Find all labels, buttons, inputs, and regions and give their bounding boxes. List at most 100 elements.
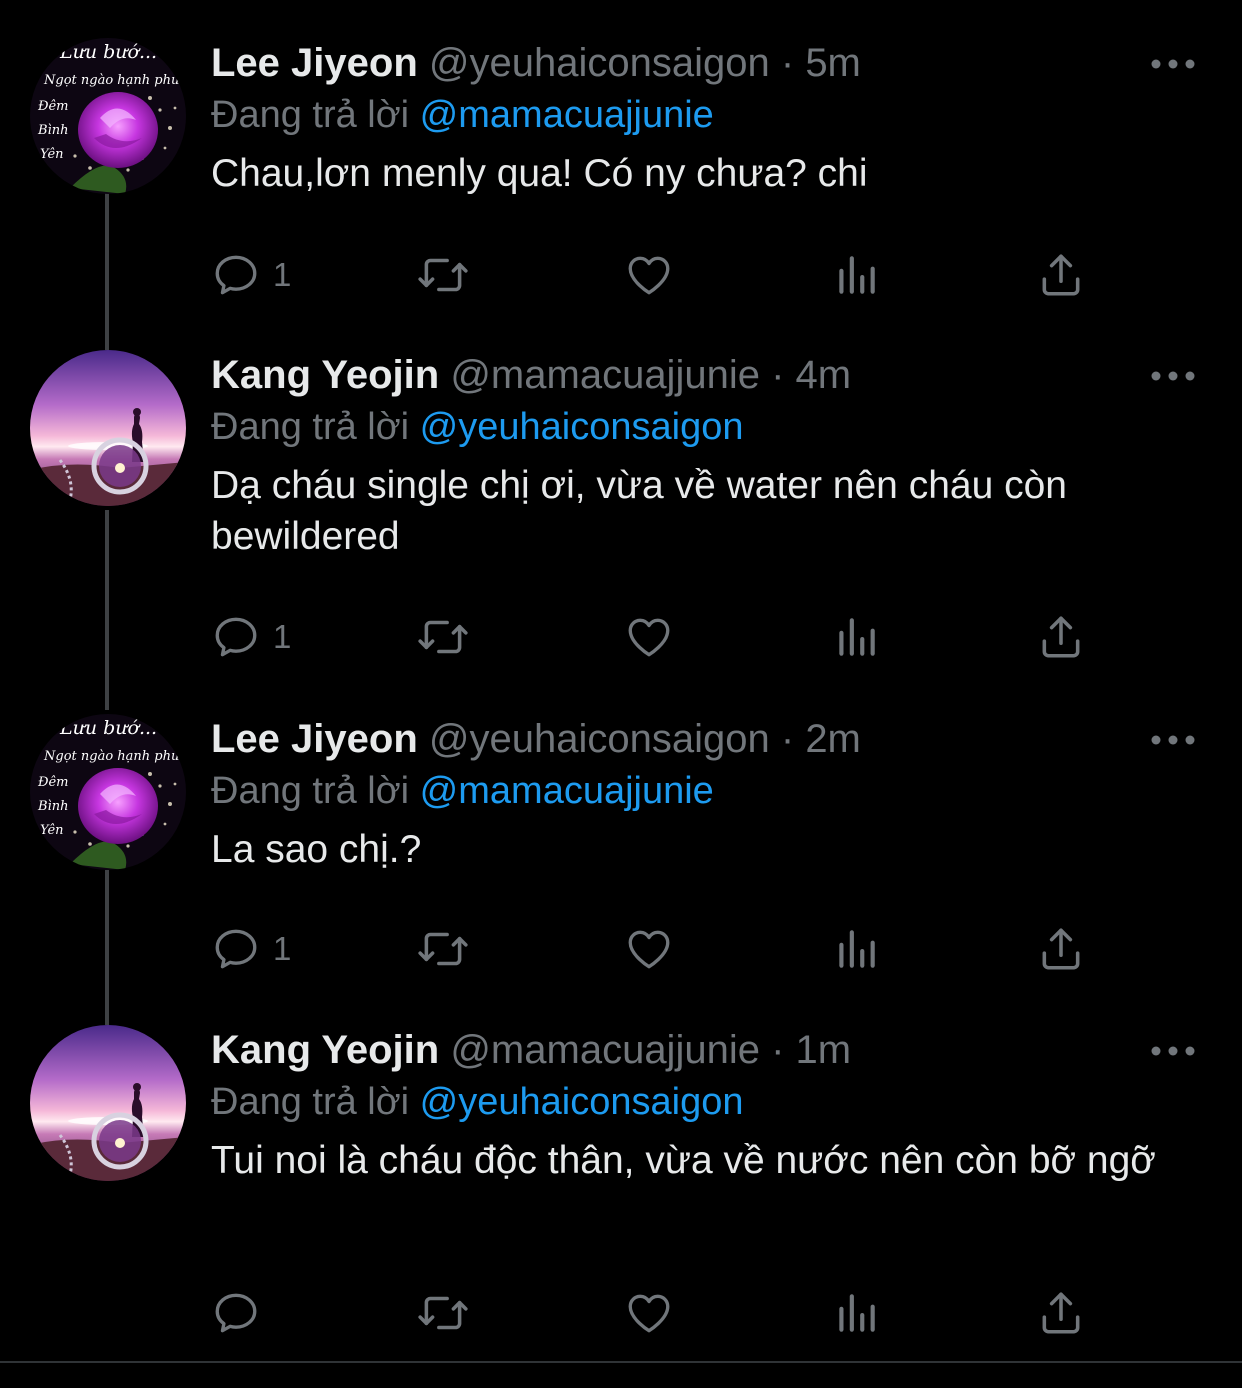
like-button[interactable] xyxy=(624,250,674,300)
share-icon xyxy=(1042,616,1080,658)
heart-icon xyxy=(628,930,670,969)
replying-to: Đang trả lời @mamacuajjunie xyxy=(211,90,714,140)
heart-icon xyxy=(628,1294,670,1333)
more-icon xyxy=(1151,371,1195,381)
purple-rose-avatar-icon: Lưu bướ... Ngọt ngào hạnh phúc Đêm Bình … xyxy=(30,714,186,870)
replying-to-label: Đang trả lời xyxy=(211,406,410,448)
share-button[interactable] xyxy=(1036,1288,1086,1338)
retweet-button[interactable] xyxy=(416,924,470,974)
more-button[interactable] xyxy=(1148,1041,1198,1061)
views-button[interactable] xyxy=(831,250,881,300)
retweet-button[interactable] xyxy=(416,1288,470,1338)
like-button[interactable] xyxy=(624,1288,674,1338)
separator-dot: · xyxy=(771,1028,785,1072)
tweet-actions xyxy=(211,1288,1111,1348)
tweet-actions: 1 xyxy=(211,250,1111,310)
reply-mention-link[interactable]: @mamacuajjunie xyxy=(420,94,714,136)
like-button[interactable] xyxy=(624,924,674,974)
user-handle[interactable]: @yeuhaiconsaigon xyxy=(429,717,770,761)
replying-to: Đang trả lời @yeuhaiconsaigon xyxy=(211,1077,743,1127)
retweet-icon xyxy=(418,258,468,292)
svg-text:Bình: Bình xyxy=(37,799,68,814)
views-button[interactable] xyxy=(831,924,881,974)
separator-dot: · xyxy=(780,717,795,761)
timestamp[interactable]: 2m xyxy=(805,717,861,761)
svg-text:Đêm: Đêm xyxy=(37,99,69,114)
tweet-text: La sao chị.? xyxy=(211,828,422,871)
svg-text:Yên: Yên xyxy=(40,147,64,162)
avatar[interactable]: Lưu bướ... Ngọt ngào hạnh phúc Đêm Bình … xyxy=(30,38,186,194)
tweet-text: Dạ cháu single chị ơi, vừa về water nên … xyxy=(211,464,1067,558)
thread-connector-line xyxy=(105,190,109,350)
retweet-icon xyxy=(418,932,468,966)
reply-icon xyxy=(215,617,257,657)
more-button[interactable] xyxy=(1148,366,1198,386)
retweet-button[interactable] xyxy=(416,250,470,300)
views-button[interactable] xyxy=(831,612,881,662)
reply-mention-link[interactable]: @yeuhaiconsaigon xyxy=(420,1081,744,1123)
avatar[interactable] xyxy=(30,1025,186,1181)
avatar[interactable] xyxy=(30,350,186,506)
display-name[interactable]: Lee Jiyeon xyxy=(211,717,418,761)
tweet-header: Kang Yeojin @mamacuajjunie · 1m xyxy=(211,1025,851,1085)
more-icon xyxy=(1151,1046,1195,1056)
views-button[interactable] xyxy=(831,1288,881,1338)
more-button[interactable] xyxy=(1148,54,1198,74)
tweet-actions: 1 xyxy=(211,612,1111,672)
reply-count: 1 xyxy=(273,256,292,293)
share-button[interactable] xyxy=(1036,924,1086,974)
reply-button[interactable] xyxy=(211,1288,273,1338)
bottom-divider xyxy=(0,1361,1242,1363)
reply-mention-link[interactable]: @yeuhaiconsaigon xyxy=(420,406,744,448)
svg-text:Ngọt ngào hạnh phúc: Ngọt ngào hạnh phúc xyxy=(43,749,186,764)
reply-icon xyxy=(215,255,257,295)
views-icon xyxy=(839,256,875,294)
tweet-header: Lee Jiyeon @yeuhaiconsaigon · 5m xyxy=(211,38,861,98)
reply-mention-link[interactable]: @mamacuajjunie xyxy=(420,770,714,812)
svg-text:Bình: Bình xyxy=(37,123,68,138)
user-handle[interactable]: @yeuhaiconsaigon xyxy=(429,41,770,85)
share-button[interactable] xyxy=(1036,612,1086,662)
display-name[interactable]: Kang Yeojin xyxy=(211,353,439,397)
separator-dot: · xyxy=(771,353,785,397)
separator-dot: · xyxy=(780,41,795,85)
replying-to-label: Đang trả lời xyxy=(211,1081,410,1123)
purple-rose-avatar-icon: Lưu bướ... Ngọt ngào hạnh phúc Đêm Bình … xyxy=(30,38,186,194)
share-icon xyxy=(1042,1292,1080,1334)
views-icon xyxy=(839,1294,875,1332)
svg-text:Ngọt ngào hạnh phúc: Ngọt ngào hạnh phúc xyxy=(43,73,186,88)
display-name[interactable]: Lee Jiyeon xyxy=(211,41,418,85)
tweet-text: Tui noi là cháu độc thân, vừa về nước nê… xyxy=(211,1139,1156,1182)
timestamp[interactable]: 5m xyxy=(805,41,861,85)
heart-icon xyxy=(628,256,670,295)
retweet-icon xyxy=(418,620,468,654)
timestamp[interactable]: 1m xyxy=(796,1028,852,1072)
svg-text:Yên: Yên xyxy=(40,823,64,838)
more-icon xyxy=(1151,59,1195,69)
tweet-header: Kang Yeojin @mamacuajjunie · 4m xyxy=(211,350,851,410)
avatar[interactable]: Lưu bướ... Ngọt ngào hạnh phúc Đêm Bình … xyxy=(30,714,186,870)
reply-button[interactable]: 1 xyxy=(211,924,291,974)
thread-connector-line xyxy=(105,870,109,1025)
like-button[interactable] xyxy=(624,612,674,662)
retweet-button[interactable] xyxy=(416,612,470,662)
replying-to-label: Đang trả lời xyxy=(211,770,410,812)
heart-icon xyxy=(628,618,670,657)
more-button[interactable] xyxy=(1148,730,1198,750)
timestamp[interactable]: 4m xyxy=(796,353,852,397)
share-icon xyxy=(1042,254,1080,296)
sunset-silhouette-avatar-icon xyxy=(30,1025,186,1181)
more-icon xyxy=(1151,735,1195,745)
tweet-actions: 1 xyxy=(211,924,1111,984)
display-name[interactable]: Kang Yeojin xyxy=(211,1028,439,1072)
retweet-icon xyxy=(418,1296,468,1330)
user-handle[interactable]: @mamacuajjunie xyxy=(450,353,760,397)
reply-button[interactable]: 1 xyxy=(211,612,291,662)
share-button[interactable] xyxy=(1036,250,1086,300)
tweet-header: Lee Jiyeon @yeuhaiconsaigon · 2m xyxy=(211,714,861,774)
share-icon xyxy=(1042,928,1080,970)
reply-button[interactable]: 1 xyxy=(211,250,291,300)
reply-icon xyxy=(215,929,257,969)
replying-to-label: Đang trả lời xyxy=(211,94,410,136)
user-handle[interactable]: @mamacuajjunie xyxy=(450,1028,760,1072)
